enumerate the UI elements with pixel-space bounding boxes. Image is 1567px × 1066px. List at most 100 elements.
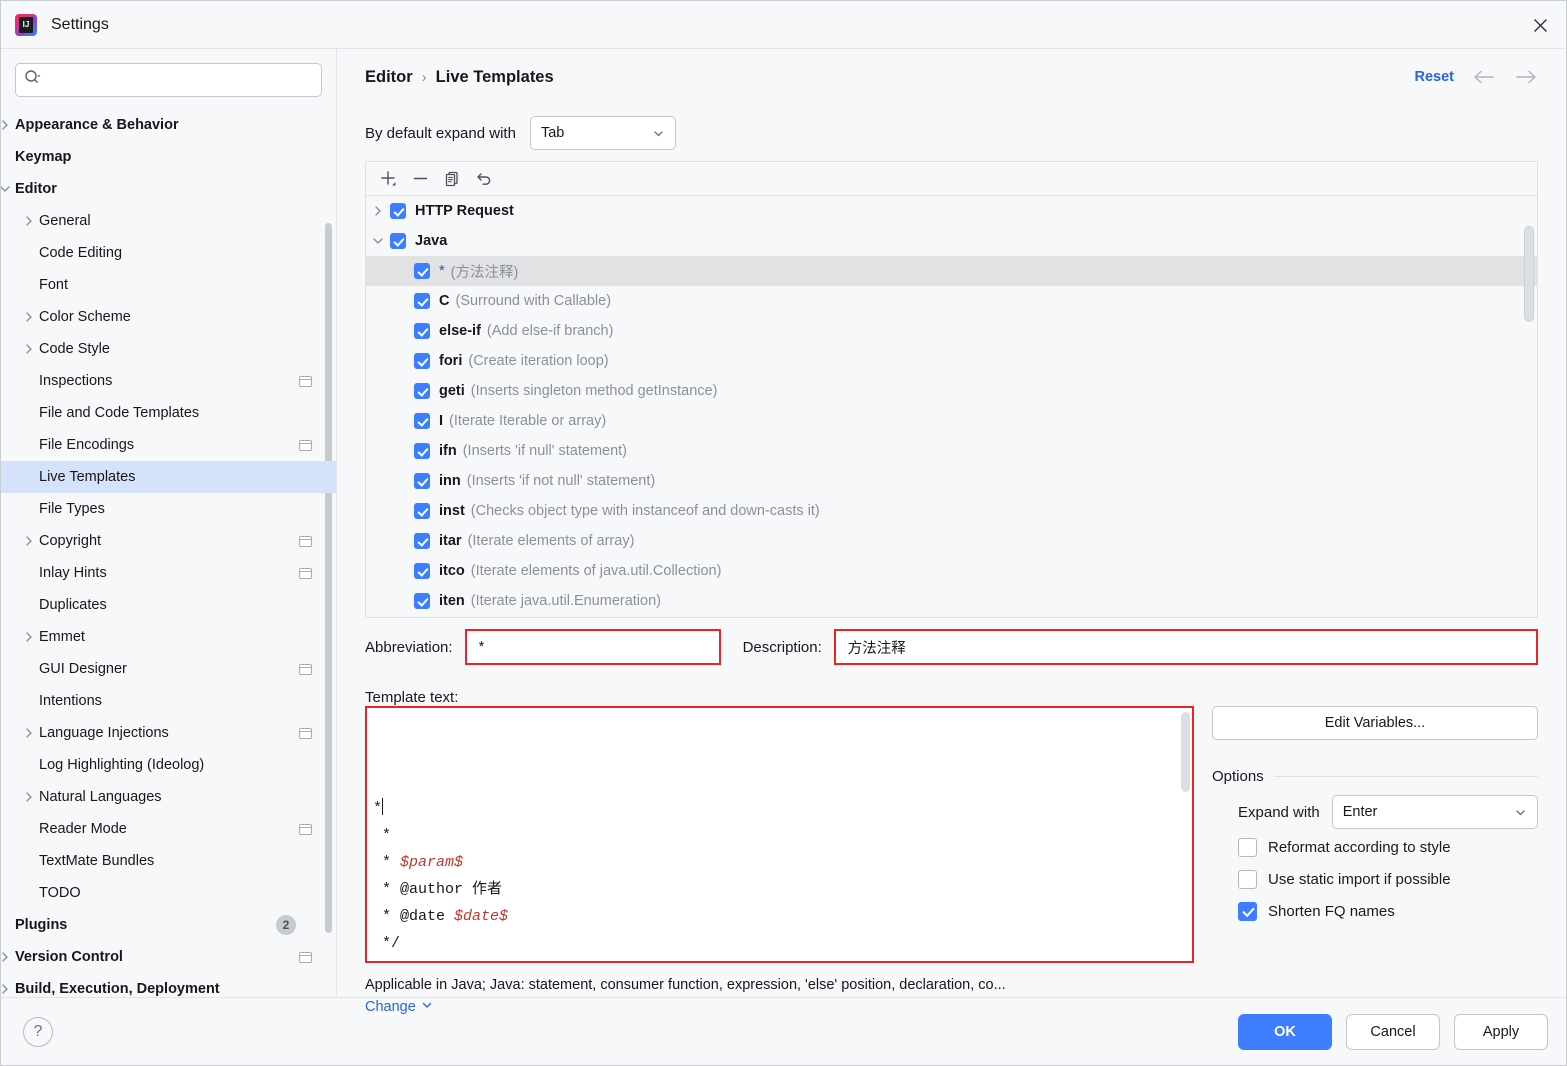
abbreviation-input[interactable] [476,638,709,656]
template-row[interactable]: itco (Iterate elements of java.util.Colle… [366,556,1537,586]
template-row[interactable]: * (方法注释) [366,256,1537,286]
template-enabled-checkbox[interactable] [414,473,430,489]
template-enabled-checkbox[interactable] [390,203,406,219]
expand-with-select[interactable]: Enter [1331,795,1538,829]
breadcrumb-parent[interactable]: Editor [365,68,413,87]
sidebar-item-language-injections[interactable]: Language Injections [1,717,336,749]
chevron-right-icon[interactable] [1,951,15,963]
option-checkbox[interactable] [1238,869,1257,889]
help-icon[interactable]: ? [23,1016,53,1047]
chevron-right-icon[interactable] [19,215,39,227]
sidebar-item-version-control[interactable]: Version Control [1,941,336,973]
sidebar-item-live-templates[interactable]: Live Templates [1,461,336,493]
ok-button[interactable]: OK [1238,1013,1332,1050]
template-row[interactable]: inst (Checks object type with instanceof … [366,496,1537,526]
abbreviation-field[interactable] [464,629,721,665]
sidebar-item-editor[interactable]: Editor [1,173,336,205]
sidebar-item-color-scheme[interactable]: Color Scheme [1,301,336,333]
chevron-down-icon[interactable] [1,183,15,195]
option-checkbox-row[interactable]: Reformat according to style [1212,831,1538,863]
chevron-down-icon[interactable] [366,235,390,247]
template-row[interactable]: itar (Iterate elements of array) [366,526,1537,556]
chevron-right-icon[interactable] [19,727,39,739]
chevron-right-icon[interactable] [366,205,390,217]
template-enabled-checkbox[interactable] [414,443,430,459]
sidebar-item-natural-languages[interactable]: Natural Languages [1,781,336,813]
arrow-left-icon[interactable] [1472,69,1496,85]
template-row[interactable]: ifn (Inserts 'if null' statement) [366,436,1537,466]
sidebar-item-keymap[interactable]: Keymap [1,141,336,173]
chevron-right-icon[interactable] [19,311,39,323]
cancel-button[interactable]: Cancel [1346,1013,1440,1050]
sidebar-item-gui-designer[interactable]: GUI Designer [1,653,336,685]
sidebar-item-general[interactable]: General [1,205,336,237]
apply-button[interactable]: Apply [1454,1013,1548,1050]
search-input[interactable] [47,71,313,89]
chevron-right-icon[interactable] [1,983,15,995]
sidebar-item-inspections[interactable]: Inspections [1,365,336,397]
option-checkbox[interactable] [1238,901,1257,921]
template-enabled-checkbox[interactable] [414,293,430,309]
copy-icon[interactable] [438,166,466,192]
sidebar-item-font[interactable]: Font [1,269,336,301]
template-enabled-checkbox[interactable] [414,323,430,339]
template-text-scrollbar-thumb[interactable] [1181,712,1190,792]
sidebar-item-todo[interactable]: TODO [1,877,336,909]
sidebar-item-file-and-code-templates[interactable]: File and Code Templates [1,397,336,429]
template-row[interactable]: I (Iterate Iterable or array) [366,406,1537,436]
template-enabled-checkbox[interactable] [414,563,430,579]
reset-link[interactable]: Reset [1415,69,1455,85]
close-icon[interactable] [1524,9,1556,41]
sidebar-item-build-execution-deployment[interactable]: Build, Execution, Deployment [1,973,336,997]
arrow-right-icon[interactable] [1514,69,1538,85]
template-row[interactable]: fori (Create iteration loop) [366,346,1537,376]
chevron-right-icon[interactable] [1,119,15,131]
template-enabled-checkbox[interactable] [414,503,430,519]
option-checkbox-row[interactable]: Use static import if possible [1212,863,1538,895]
sidebar-item-file-types[interactable]: File Types [1,493,336,525]
template-enabled-checkbox[interactable] [414,593,430,609]
template-row[interactable]: else-if (Add else-if branch) [366,316,1537,346]
search-box[interactable] [15,63,322,97]
sidebar-item-appearance-behavior[interactable]: Appearance & Behavior [1,109,336,141]
template-enabled-checkbox[interactable] [414,383,430,399]
template-enabled-checkbox[interactable] [414,533,430,549]
option-checkbox[interactable] [1238,837,1257,857]
plus-icon[interactable] [374,166,402,192]
sidebar-item-code-editing[interactable]: Code Editing [1,237,336,269]
template-enabled-checkbox[interactable] [390,233,406,249]
sidebar-item-intentions[interactable]: Intentions [1,685,336,717]
template-enabled-checkbox[interactable] [414,263,430,279]
template-group-row[interactable]: HTTP Request [366,196,1537,226]
minus-icon[interactable] [406,166,434,192]
chevron-right-icon[interactable] [19,535,39,547]
change-context-link[interactable]: Change [365,999,433,1015]
sidebar-item-file-encodings[interactable]: File Encodings [1,429,336,461]
sidebar-item-copyright[interactable]: Copyright [1,525,336,557]
sidebar-item-code-style[interactable]: Code Style [1,333,336,365]
description-field[interactable] [833,629,1538,665]
sidebar-item-duplicates[interactable]: Duplicates [1,589,336,621]
sidebar-item-plugins[interactable]: Plugins 2 [1,909,336,941]
default-expand-select[interactable]: Tab [529,116,676,150]
template-enabled-checkbox[interactable] [414,413,430,429]
sidebar-item-emmet[interactable]: Emmet [1,621,336,653]
template-enabled-checkbox[interactable] [414,353,430,369]
undo-arrow-icon[interactable] [470,166,498,192]
template-text-editor[interactable]: * * * $param$ * @author 作者 * @date $date… [365,706,1194,963]
description-input[interactable] [845,638,1526,656]
template-list-scrollbar-thumb[interactable] [1524,226,1534,322]
template-group-row[interactable]: Java [366,226,1537,256]
sidebar-item-log-highlighting-ideolog[interactable]: Log Highlighting (Ideolog) [1,749,336,781]
chevron-right-icon[interactable] [19,791,39,803]
template-row[interactable]: inn (Inserts 'if not null' statement) [366,466,1537,496]
sidebar-item-inlay-hints[interactable]: Inlay Hints [1,557,336,589]
sidebar-item-textmate-bundles[interactable]: TextMate Bundles [1,845,336,877]
chevron-right-icon[interactable] [19,631,39,643]
template-row[interactable]: iten (Iterate java.util.Enumeration) [366,586,1537,616]
template-row[interactable]: geti (Inserts singleton method getInstanc… [366,376,1537,406]
option-checkbox-row[interactable]: Shorten FQ names [1212,895,1538,927]
edit-variables-button[interactable]: Edit Variables... [1212,706,1538,740]
chevron-right-icon[interactable] [19,343,39,355]
sidebar-item-reader-mode[interactable]: Reader Mode [1,813,336,845]
